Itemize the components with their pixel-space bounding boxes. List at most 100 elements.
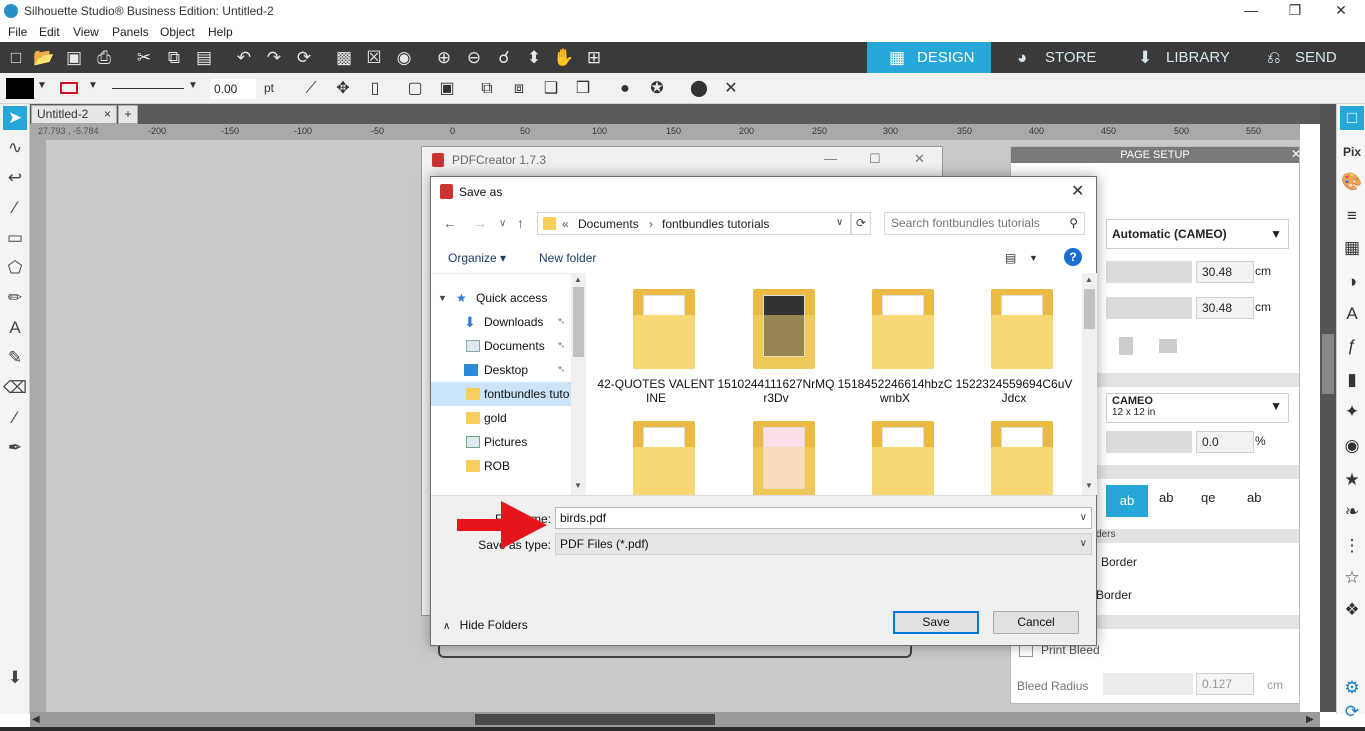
folder-item[interactable] [836,405,954,495]
height-input[interactable]: 30.48 [1196,297,1254,319]
restore-button[interactable]: ❐ [1285,2,1305,19]
knife-icon[interactable]: ∕ [3,406,27,430]
library-download-icon[interactable]: ⬇ [3,666,27,690]
zoom-select-icon[interactable]: ☌ [493,47,515,69]
puzzle-icon[interactable]: ❖ [1340,598,1364,622]
sync-icon[interactable]: ⟳ [1340,700,1364,724]
cut-icon[interactable]: ✂ [133,47,155,69]
folder-item[interactable]: 1518452246614hbzCwnbX [836,273,954,405]
menu-file[interactable]: File [8,25,27,39]
menu-view[interactable]: View [73,25,99,39]
dialog-close-icon[interactable]: ✕ [1071,181,1084,201]
vertical-scroll-thumb[interactable] [1322,334,1334,394]
text-tool-icon[interactable]: A [3,316,27,340]
save-icon[interactable]: ▣ [63,47,85,69]
move-down-icon[interactable]: ⬍ [523,47,545,69]
address-bar[interactable]: « Documents › fontbundles tutorials ∨ [537,212,851,235]
undo-icon[interactable]: ↶ [233,47,255,69]
line-color-swatch[interactable] [60,82,78,94]
eyedropper-icon[interactable]: ✒ [3,436,27,460]
horizontal-scroll-thumb[interactable] [475,714,715,725]
back-arrow-icon[interactable]: ← [443,215,457,231]
line-style-selector[interactable] [112,88,184,89]
select-all-icon[interactable]: ▩ [333,47,355,69]
up-arrow-icon[interactable]: ↑ [517,215,524,231]
group-icon[interactable]: ▢ [404,78,426,100]
fill-panel-icon[interactable]: 🎨 [1340,170,1364,194]
scroll-up-icon[interactable]: ▲ [1085,275,1093,284]
menu-help[interactable]: Help [208,25,233,39]
deselect-icon[interactable]: ☒ [363,47,385,69]
new-file-icon[interactable]: □ [5,47,27,69]
line-color-dropdown-icon[interactable]: ▼ [88,80,98,91]
file-scrollbar[interactable]: ▲ ▼ [1082,273,1097,495]
settings-gear-icon[interactable]: ⚙ [1340,676,1364,700]
outline-star-icon[interactable]: ☆ [1340,566,1364,590]
nav-fontbundles-tutorials[interactable]: fontbundles tuto [431,382,571,406]
transform-icon[interactable]: ✦ [1340,400,1364,424]
refresh-icon[interactable]: ⟳ [851,212,871,235]
replicate-icon[interactable]: ◉ [1340,434,1364,458]
breadcrumb-fontbundles[interactable]: fontbundles tutorials [662,217,769,231]
folder-item[interactable] [597,405,715,495]
help-icon[interactable]: ? [1064,248,1082,266]
breadcrumb-overflow[interactable]: « [562,217,569,231]
scroll-left-icon[interactable]: ◀ [32,714,40,725]
bring-to-front-icon[interactable]: ❑ [540,78,562,100]
reg-mark-option-1-icon[interactable]: ab [1106,485,1148,517]
curve-tool-icon[interactable]: ↩ [3,166,27,190]
view-dropdown-icon[interactable]: ▼ [1029,253,1038,263]
nav-desktop[interactable]: Desktop ➴ [431,358,571,382]
nav-rob[interactable]: ROB [431,454,571,478]
scale-slider[interactable] [1106,431,1192,453]
trace-icon[interactable]: ⋮ [1340,534,1364,558]
height-slider[interactable] [1106,297,1192,319]
delete-icon[interactable]: ✕ [720,78,742,100]
width-input[interactable]: 30.48 [1196,261,1254,283]
pan-hand-icon[interactable]: ✋ [553,47,575,69]
menu-object[interactable]: Object [160,25,195,39]
paste-icon[interactable]: ▤ [193,47,215,69]
save-type-select[interactable]: PDF Files (*.pdf) ∨ [555,533,1092,555]
text-path-icon[interactable]: ƒ [1340,334,1364,358]
expand-chevron-icon[interactable]: ▼ [438,286,447,310]
pattern-icon[interactable]: ▦ [1340,236,1364,260]
redo-icon[interactable]: ↷ [263,47,285,69]
line-style-dropdown-icon[interactable]: ▼ [188,80,198,91]
folder-item[interactable] [955,405,1073,495]
machine-select[interactable]: Automatic (CAMEO) ▼ [1106,219,1289,249]
text-style-icon[interactable]: A [1340,302,1364,326]
align-icon[interactable]: ▯ [364,78,386,100]
save-button[interactable]: Save [893,611,979,634]
menu-panels[interactable]: Panels [112,25,149,39]
panel-close-icon[interactable]: ✕ [1291,147,1301,161]
recent-dropdown-icon[interactable]: ∨ [499,218,506,229]
chevron-down-icon[interactable]: ∨ [1080,508,1087,528]
pdfcreator-maximize[interactable]: ☐ [869,151,881,167]
ungroup-icon[interactable]: ▣ [436,78,458,100]
send-to-back-icon[interactable]: ❒ [572,78,594,100]
close-tab-icon[interactable]: × [104,106,111,123]
line-style-icon[interactable]: ≡ [1340,204,1364,228]
edit-text-icon[interactable]: ✎ [3,346,27,370]
scroll-down-icon[interactable]: ▼ [1085,481,1093,490]
weld-icon[interactable]: ● [614,78,636,100]
contrast-icon[interactable]: ◑ [1340,270,1364,294]
fill-color-swatch[interactable] [6,78,34,99]
search-box[interactable]: ⚲ [884,212,1085,235]
eraser-icon[interactable]: ⌫ [3,376,27,400]
bring-forward-icon[interactable]: ⧉ [476,78,498,100]
pixscan-icon[interactable]: Pix [1340,140,1364,164]
nav-downloads[interactable]: ⬇ Downloads ➴ [431,310,571,334]
pencil-icon[interactable]: ✏ [3,286,27,310]
landscape-icon[interactable] [1159,339,1177,353]
line-draw-icon[interactable]: ∕ [3,196,27,220]
nav-quick-access[interactable]: ▼ ★ Quick access [431,286,571,310]
select-by-color-icon[interactable]: ◉ [393,47,415,69]
mat-select[interactable]: CAMEO 12 x 12 in ▼ [1106,393,1289,423]
copy-icon[interactable]: ⧉ [163,47,185,69]
vertical-scrollbar[interactable] [1320,104,1336,712]
pdfcreator-minimize[interactable]: — [824,151,837,166]
send-backward-icon[interactable]: ⧈ [508,78,530,100]
line-width-input[interactable]: 0.00 [210,79,256,99]
